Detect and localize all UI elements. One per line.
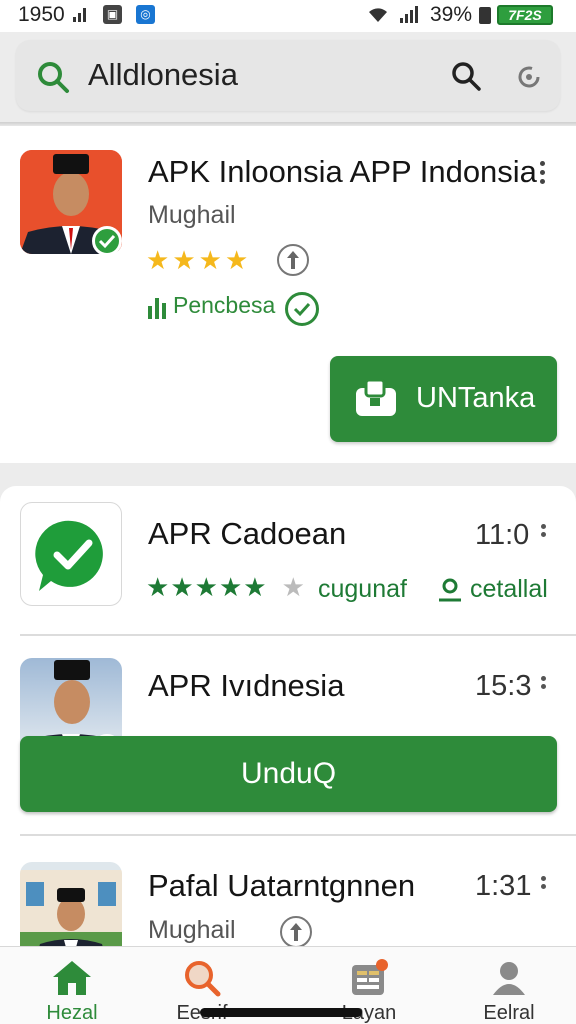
app-tag: cugunaf — [318, 575, 407, 603]
app-icon — [20, 502, 122, 606]
notification-icon: ▣ — [103, 5, 122, 24]
profile-icon — [493, 962, 525, 995]
avatar — [20, 862, 122, 946]
search-bar[interactable]: Alldlonesia — [16, 40, 560, 111]
star-icon: ★ — [224, 245, 249, 275]
upload-icon — [280, 916, 312, 946]
cell-signal-icon — [400, 6, 418, 23]
star-icon: ★ — [243, 572, 267, 602]
star-outline-icon: ★ — [281, 572, 305, 602]
star-icon: ★ — [146, 572, 170, 602]
star-icon: ★ — [172, 245, 196, 275]
search-button-icon[interactable] — [450, 60, 482, 92]
home-indicator[interactable] — [200, 1008, 362, 1017]
verified-label: Pencbesa — [173, 292, 276, 318]
divider — [20, 834, 576, 836]
download-button[interactable]: UNTanka — [330, 356, 557, 442]
rating-stars: ★ ★ ★ ★ ★ ★ — [146, 574, 305, 600]
star-icon: ★ — [194, 572, 218, 602]
search-icon — [185, 961, 221, 997]
home-icon — [53, 961, 91, 995]
refresh-icon[interactable] — [514, 62, 544, 92]
chart-icon — [148, 298, 166, 319]
nav-label: Eelral — [483, 1002, 535, 1024]
check-circle-icon — [285, 292, 319, 326]
search-input[interactable]: Alldlonesia — [88, 57, 238, 93]
app-icon — [20, 862, 122, 946]
wifi-icon — [369, 8, 387, 22]
app-title[interactable]: APR Cadoean — [148, 516, 346, 552]
more-options-icon[interactable] — [541, 524, 551, 540]
rating-stars: ★ ★ ★ ★ — [146, 247, 248, 273]
app-notification-icon: ◎ — [136, 5, 155, 24]
upload-icon — [277, 244, 309, 276]
status-badge: 7F2S — [497, 5, 553, 25]
download-button-label: UNTanka — [416, 382, 536, 414]
signal-icon — [73, 8, 86, 22]
battery-percent: 39% — [430, 3, 473, 26]
more-options-icon[interactable] — [541, 676, 551, 692]
app-title[interactable]: APR Ivıdnesia — [148, 668, 344, 704]
divider — [20, 634, 576, 636]
more-options-icon[interactable] — [541, 876, 551, 892]
list-icon — [352, 959, 388, 995]
star-icon: ★ — [146, 245, 170, 275]
verified-icon — [92, 226, 122, 256]
install-icon — [439, 578, 461, 602]
star-icon: ★ — [198, 245, 222, 275]
more-options-icon[interactable] — [540, 161, 550, 188]
app-action[interactable]: cetallal — [470, 575, 548, 604]
app-time: 1:31 — [475, 870, 532, 902]
package-icon — [356, 378, 396, 416]
status-bar: 1950 ▣ ◎ 39% 7F2S — [0, 0, 576, 32]
app-time: 11:0 — [475, 519, 530, 551]
battery-icon — [479, 7, 491, 24]
app-title[interactable]: Pafal Uatarntgnnen — [148, 868, 415, 904]
nav-item-profile[interactable]: Eelral — [437, 947, 576, 1024]
featured-app-card[interactable]: APK Inloonsia APP Indonsia Mughail ★ ★ ★… — [0, 126, 576, 463]
star-icon: ★ — [170, 572, 194, 602]
download-button[interactable]: UnduQ — [20, 736, 557, 812]
app-list: APR Cadoean 11:0 ★ ★ ★ ★ ★ ★ cugunaf cet… — [0, 486, 576, 946]
app-title[interactable]: APK Inloonsia APP Indonsia — [148, 154, 537, 190]
app-time: 15:3 — [475, 670, 532, 702]
app-author: Mughail — [148, 916, 236, 944]
nav-item-home[interactable]: Hezal — [0, 947, 144, 1024]
nav-label: Hezal — [46, 1002, 98, 1024]
app-author: Mughail — [148, 201, 236, 229]
star-icon: ★ — [218, 572, 243, 602]
search-icon — [38, 62, 69, 93]
status-time: 1950 — [18, 3, 65, 26]
